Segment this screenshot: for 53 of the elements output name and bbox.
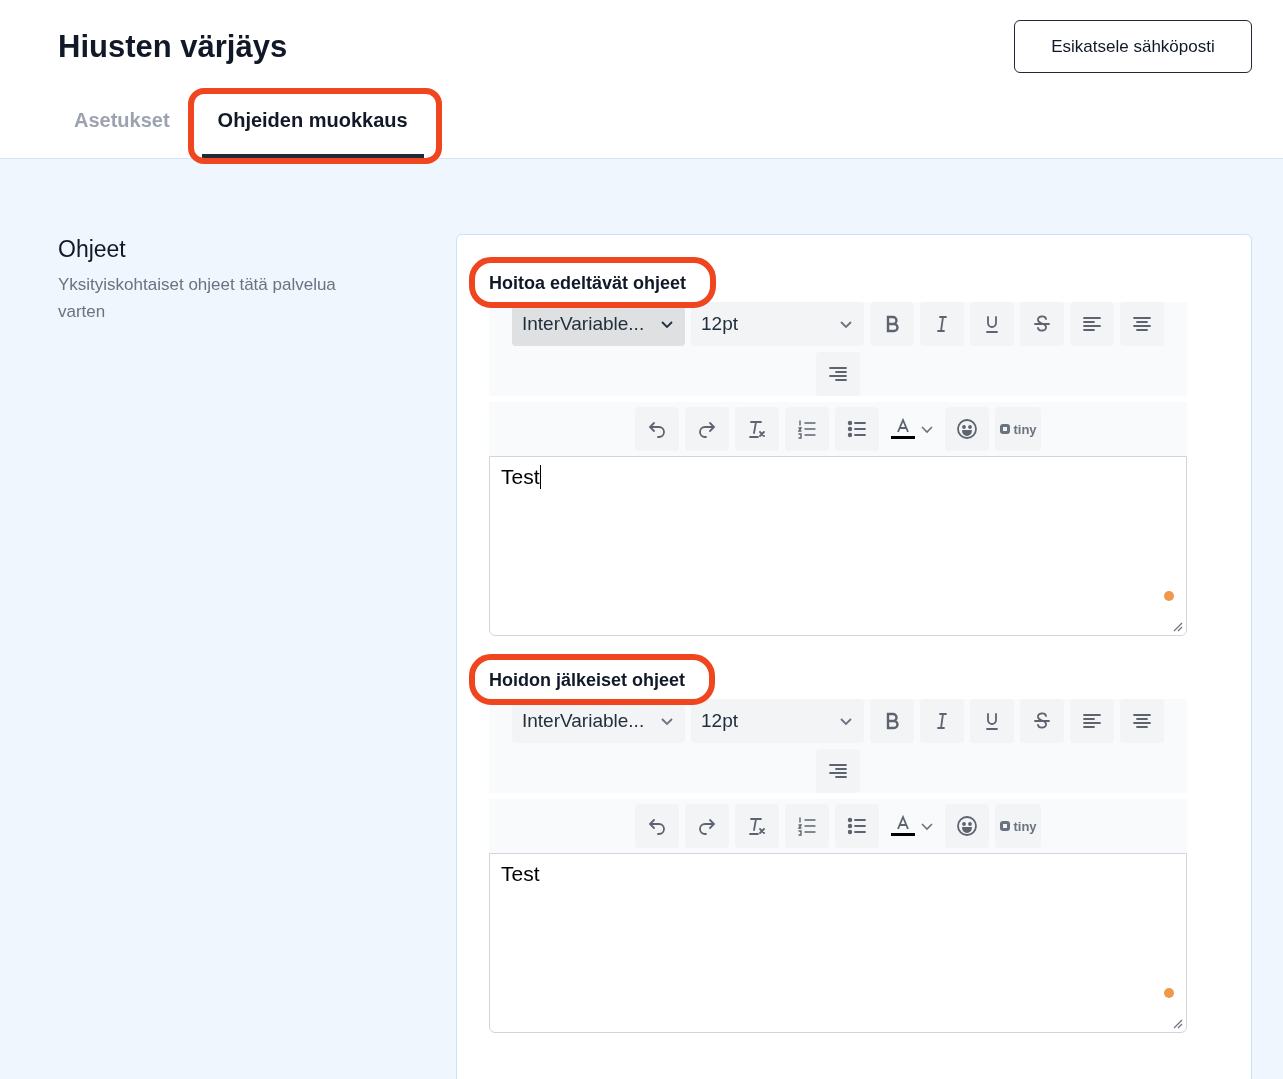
editor-text: Test xyxy=(501,465,541,489)
strike-button[interactable] xyxy=(1020,302,1064,346)
ordered-list-button[interactable] xyxy=(785,407,829,451)
emoji-button[interactable] xyxy=(945,407,989,451)
tab[interactable]: Ohjeiden muokkaus xyxy=(201,95,424,158)
smiley-icon xyxy=(955,814,979,838)
resize-handle-icon[interactable] xyxy=(1173,1019,1183,1029)
italic-button[interactable] xyxy=(920,302,964,346)
status-dot xyxy=(1164,988,1174,998)
logo-button[interactable]: tiny xyxy=(995,804,1041,848)
text-editor[interactable]: Test xyxy=(489,853,1187,1033)
editor-text: Test xyxy=(501,862,540,886)
bullet-list-button[interactable] xyxy=(835,407,879,451)
dropdown[interactable]: 12pt xyxy=(691,699,864,743)
preview-email-button[interactable]: Esikatsele sähköposti xyxy=(1014,20,1252,73)
redo-button[interactable] xyxy=(685,407,729,451)
undo-button[interactable] xyxy=(635,804,679,848)
align-center-button[interactable] xyxy=(1120,302,1164,346)
italic-button[interactable] xyxy=(920,699,964,743)
logo-icon xyxy=(999,423,1012,435)
logo-text: tiny xyxy=(1013,818,1037,834)
ordered-list-button[interactable] xyxy=(785,804,829,848)
logo-icon xyxy=(999,820,1012,832)
align-center-button[interactable] xyxy=(1120,699,1164,743)
strike-button[interactable] xyxy=(1020,699,1064,743)
logo-text: tiny xyxy=(1013,421,1037,437)
status-dot xyxy=(1164,591,1174,601)
logo-button[interactable]: tiny xyxy=(995,407,1041,451)
align-left-button[interactable] xyxy=(1070,699,1114,743)
dropdown[interactable]: 12pt xyxy=(691,302,864,346)
page-title: Hiusten värjäys xyxy=(58,28,288,65)
align-right-button[interactable] xyxy=(816,749,860,793)
redo-button[interactable] xyxy=(685,804,729,848)
emoji-button[interactable] xyxy=(945,804,989,848)
section-description: Yksityiskohtaiset ohjeet tätä palvelua varten xyxy=(58,274,337,323)
align-right-button[interactable] xyxy=(816,352,860,396)
underline-button[interactable] xyxy=(970,699,1014,743)
numbered-list-icon xyxy=(795,814,819,838)
bold-button[interactable] xyxy=(870,699,914,743)
clear-format-button[interactable] xyxy=(735,804,779,848)
undo-button[interactable] xyxy=(635,407,679,451)
section-title: Ohjeet xyxy=(58,236,127,263)
field-label: Hoidon jälkeiset ohjeet xyxy=(489,670,686,690)
text-editor[interactable]: Test xyxy=(489,456,1187,636)
bullet-list-button[interactable] xyxy=(835,804,879,848)
underline-button[interactable] xyxy=(970,302,1014,346)
resize-handle-icon[interactable] xyxy=(1173,622,1183,632)
bold-button[interactable] xyxy=(870,302,914,346)
numbered-list-icon xyxy=(795,417,819,441)
clear-format-button[interactable] xyxy=(735,407,779,451)
smiley-icon xyxy=(955,417,979,441)
field-label: Hoitoa edeltävät ohjeet xyxy=(489,273,687,293)
align-left-button[interactable] xyxy=(1070,302,1114,346)
